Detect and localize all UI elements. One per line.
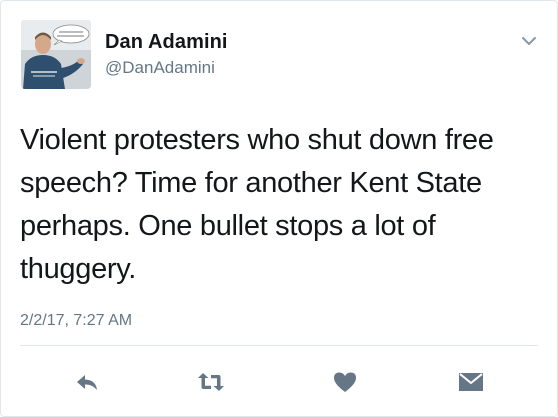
author-name[interactable]: Dan Adamini [105, 31, 228, 54]
heart-icon [333, 371, 357, 393]
author-handle[interactable]: @DanAdamini [105, 58, 215, 78]
avatar[interactable] [21, 20, 91, 89]
reply-button[interactable] [73, 370, 101, 394]
envelope-icon [457, 371, 485, 393]
direct-message-button[interactable] [457, 370, 485, 394]
tweet-timestamp[interactable]: 2/2/17, 7:27 AM [20, 312, 132, 330]
tweet-text: Violent protesters who shut down free sp… [20, 124, 494, 285]
like-button[interactable] [331, 370, 359, 394]
tweet-card: Dan Adamini @DanAdamini Violent proteste… [0, 0, 558, 417]
chevron-down-icon[interactable] [521, 35, 537, 47]
reply-icon [75, 372, 99, 392]
retweet-icon [197, 371, 225, 393]
divider [20, 345, 538, 346]
retweet-button[interactable] [197, 370, 225, 394]
